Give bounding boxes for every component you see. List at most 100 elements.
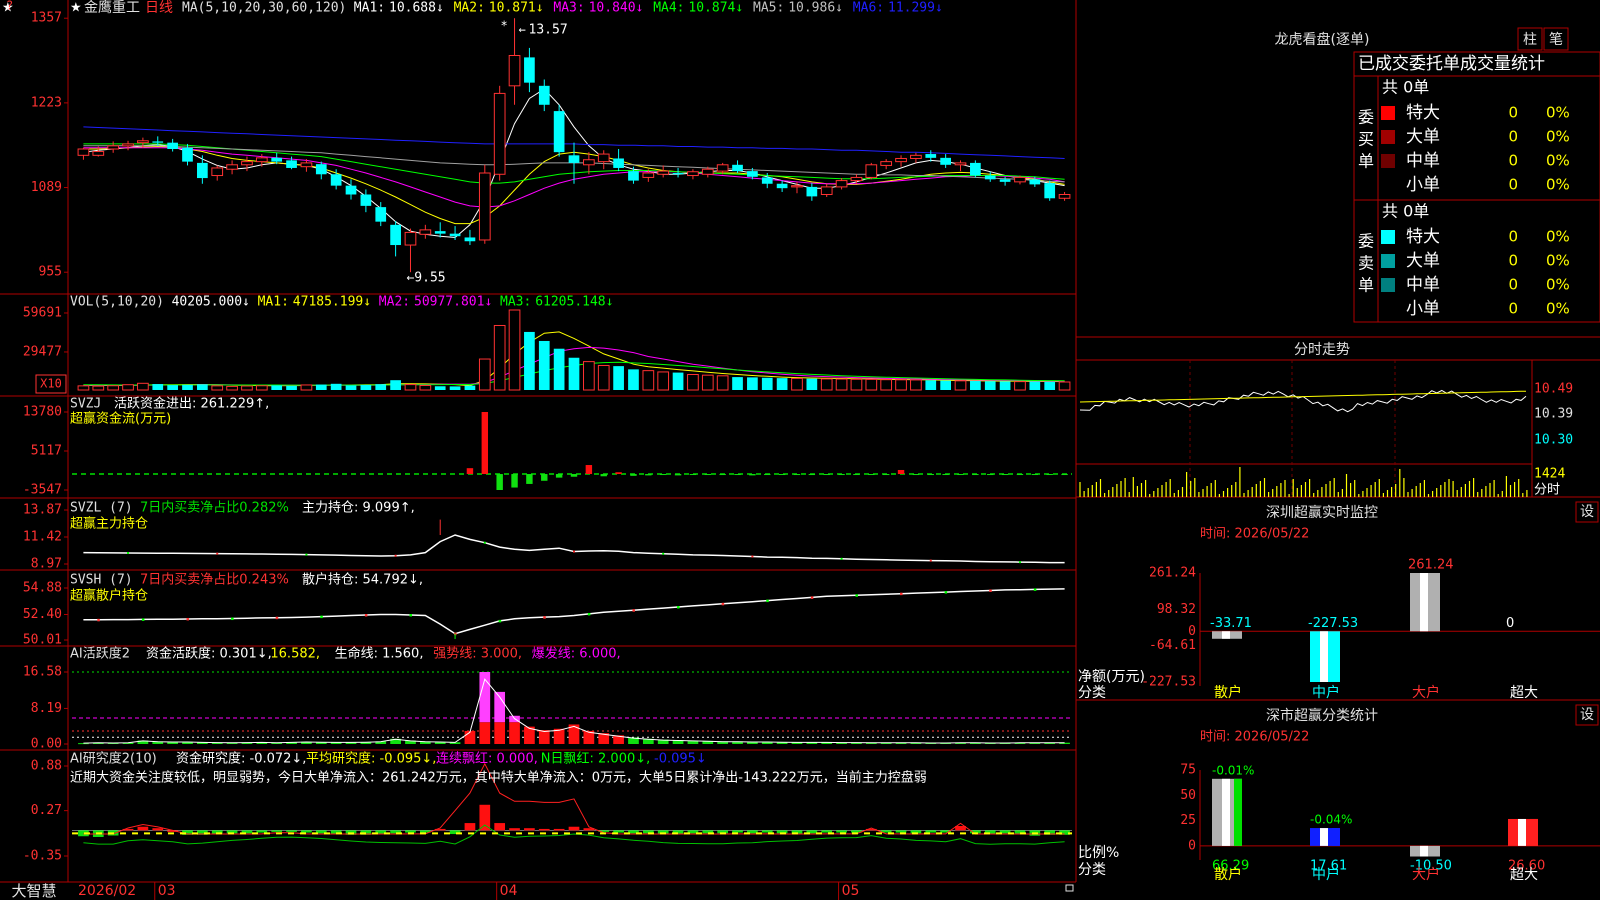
ma-legend-value: 11.299↓ [888,1,943,16]
vol-bar-down [315,384,327,390]
svsh-marker [364,614,368,617]
vol-bar-up [954,380,967,391]
lock-icon[interactable] [1065,884,1074,892]
lhb-side-label-char: 单 [1358,276,1374,295]
candle-down [167,142,178,149]
lhb-tick-button-label: 笔 [1549,32,1563,48]
ai2-bar [286,830,297,832]
vol-bar-up [77,385,90,391]
stock-terminal: 1357 1223 1089 955 * ← 13.57 ←9.55 ★ ★ 金鹰重工 日线 MA(5,… [0,0,1600,900]
svzj-bar [630,474,637,476]
ai2-y-tick: 0.88 [31,759,62,774]
lhb-row-swatch [1381,154,1395,168]
classify-bar-edge [1530,818,1538,846]
vol-ma-value: 47185.199↓ [293,295,371,310]
ai2-bar [568,826,580,831]
vol-bar-up [122,384,134,391]
svzj-bar [808,474,816,476]
lhb-row-count: 0 [1508,152,1518,170]
vol-bar-down [776,378,788,390]
lhb-row-swatch [1381,130,1395,144]
candle-down [524,57,535,83]
candle-down [434,231,446,234]
lhb-row-label: 大单 [1406,127,1440,147]
monitor-y-tick: -64.61 [1149,638,1196,653]
vol-bar-down [553,348,565,390]
lhb-row-label: 小单 [1406,175,1440,195]
candle-up [687,171,699,177]
monitor-value-label: -227.53 [1308,616,1358,631]
ai2-bar [821,830,833,833]
vol-bar-down [524,331,535,390]
svzl-y-tick: 11.42 [23,530,62,545]
svzl-marker [305,553,308,556]
stock-name[interactable]: 金鹰重工 [84,0,140,16]
lhb-row-label: 中单 [1406,151,1440,171]
candle-down [464,237,476,242]
svsh-marker [498,619,502,623]
svsh-title: SVSH (7) [70,573,133,588]
monitor-bar [1310,631,1340,682]
period-label[interactable]: 日线 [145,0,173,16]
ai2-bar [301,830,312,833]
kline-y-tick: 955 [39,265,62,280]
classify-category-label: 超大 [1510,867,1538,883]
classify-y-tick: 25 [1180,813,1196,828]
candle-up [1058,193,1071,199]
ma-legend-value: 10.986↓ [788,1,843,16]
vol-bar-up [865,378,878,391]
lhb-side-label-char: 卖 [1358,254,1374,273]
candle-up [419,229,432,235]
main-chart-area[interactable]: 135712231089955* ← 13.57←9.55★ ★ 金鹰重工 日线 MA(5,… [0,0,1600,900]
svzj-bar [1046,474,1053,476]
lhb-row-count: 0 [1508,128,1518,146]
svzl-y-tick: 13.87 [23,503,62,518]
svsh-marker [141,618,145,621]
fenshi-vol-label: 分时 [1534,483,1560,498]
svzl-line [83,534,1065,564]
ai2-bar [732,830,743,833]
ma-legend-label: MA2: [454,1,485,16]
lhb-row-label: 中单 [1406,275,1440,295]
vol-ma-value: 61205.148↓ [535,295,613,310]
kline-y-tick: 1089 [31,180,62,195]
svzj-bar [853,474,860,476]
x-axis-label: 05 [842,883,860,899]
svzj-bar [957,474,964,476]
ai1-bar [538,730,550,744]
classify-y-tick: 50 [1180,788,1196,803]
monitor-x-label: 分类 [1078,685,1106,701]
svzl-title: SVZL (7) [70,501,133,516]
svzj-y-tick: -3547 [23,483,62,498]
vol-bar-up [657,371,670,391]
svzj-bar [764,474,771,476]
x-axis-label: 03 [158,883,176,899]
monitor-y-label: 净额(万元) [1078,669,1145,685]
monitor-title: 深圳超赢实时监控 [1266,504,1378,521]
monitor-time: 时间: 2026/05/22 [1200,527,1309,542]
candle-down [568,155,580,163]
classify-category-label: 中户 [1312,866,1340,883]
svzj-bar [882,474,890,476]
svzj-bar [1016,474,1024,476]
monitor-category-label: 散户 [1214,684,1242,701]
svzl-marker [216,552,219,555]
vol-bar-up [791,377,803,391]
kline-y-tick: 1223 [31,95,62,110]
vol-bar-down [984,381,996,390]
kline-help-icon[interactable]: ? [6,0,13,13]
vol-bar-up [211,385,224,391]
vol-ma-label: MA1: [258,295,289,310]
ai2-bar [895,830,907,833]
svzj-y-tick: 5117 [31,443,62,458]
candle-down [999,179,1011,182]
svzj-bar [1001,474,1009,476]
svsh-marker [587,612,591,616]
classify-bar-edge [1332,828,1340,846]
monitor-category-label: 超大 [1510,685,1538,701]
lhb-side-label-char: 单 [1358,152,1374,171]
lhb-side-label-char: 委 [1358,108,1374,127]
ai1-legend: 生命线: 1.560, [335,646,424,662]
ai2-bar [256,830,268,833]
high-arrow-icon: ← [519,23,526,37]
